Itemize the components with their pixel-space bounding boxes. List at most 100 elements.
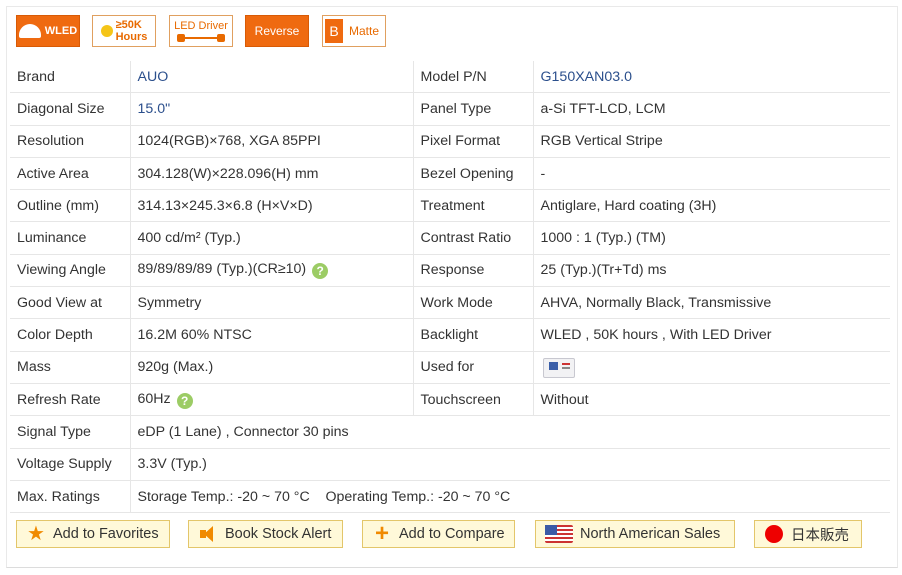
spec-row: Refresh Rate 60Hz? Touchscreen Without [10,383,890,417]
spec-table: Brand AUO Model P/N G150XAN03.0 Diagonal Siz… [10,61,890,514]
spec-label: Brand [10,61,131,94]
book-stock-alert-label: Book Stock Alert [225,526,332,542]
spec-value-text: Symmetry [137,294,202,311]
spec-label: Pixel Format [413,125,534,158]
hours-badge: ≥50K Hours [92,15,156,47]
spec-value: AUO [130,61,414,94]
spec-row: Outline (mm) 314.13×245.3×6.8 (H×V×D) Trea… [10,189,890,223]
spec-label-text: Resolution [17,133,85,150]
spec-value-text: RGB Vertical Stripe [540,133,663,150]
japan-sales-button[interactable]: 日本販売 [754,520,862,548]
spec-label: Contrast Ratio [413,221,534,255]
spec-value [533,351,890,384]
spec-label-text: Brand [17,68,55,85]
help-icon[interactable]: ? [312,263,329,280]
spec-value-text: 60Hz [137,390,171,407]
spec-label: Work Mode [413,286,534,320]
spec-value-text: G150XAN03.0 [540,68,633,85]
spec-value: a-Si TFT-LCD, LCM [533,92,890,126]
spec-label-text: Used for [420,359,475,376]
spec-value: 60Hz? [130,383,414,417]
add-to-compare-label: Add to Compare [399,526,505,542]
book-stock-alert-button[interactable]: Book Stock Alert [188,520,343,548]
spec-row: Luminance 400 cd/m² (Typ.) Contrast Ratio 1… [10,221,890,255]
spec-value: WLED , 50K hours , With LED Driver [533,318,890,352]
spec-label: Active Area [10,157,131,191]
spec-label: Signal Type [10,415,131,449]
spec-label-text: Viewing Angle [17,262,106,279]
north-american-sales-button[interactable]: North American Sales [535,520,735,548]
spec-value: Antiglare, Hard coating (3H) [533,189,890,223]
spec-label: Model P/N [413,61,534,94]
spec-value: G150XAN03.0 [533,61,890,94]
spec-value-text: 1000 : 1 (Typ.) (TM) [540,230,666,247]
spec-label-text: Color Depth [17,327,93,344]
spec-label: Outline (mm) [10,189,131,223]
spec-label: Response [413,254,534,288]
spec-value: 89/89/89/89 (Typ.)(CR≥10)? [130,254,414,288]
spec-label-text: Backlight [420,327,479,344]
spec-label: Refresh Rate [10,383,131,417]
spec-label: Used for [413,351,534,384]
industrial-device-icon [541,356,575,379]
spec-value-text: 400 cd/m² (Typ.) [137,230,241,247]
spec-value-text: 16.2M 60% NTSC [137,327,252,344]
spec-label-text: Outline (mm) [17,197,99,214]
spec-label-text: Diagonal Size [17,100,105,117]
reverse-label: Reverse [254,24,300,38]
spec-row: Diagonal Size 15.0" Panel Type a-Si TFT-LCD… [10,92,890,126]
spec-value: 400 cd/m² (Typ.) [130,221,414,255]
spec-row: Resolution 1024(RGB)×768, XGA 85PPI Pixel … [10,125,890,158]
spec-label: Voltage Supply [10,448,131,481]
spec-value: eDP (1 Lane) , Connector 30 pins [130,415,890,449]
plus-icon: + [374,520,389,547]
japan-sales-label: 日本販売 [791,527,849,544]
spec-value: - [533,157,890,191]
add-to-compare-button[interactable]: + Add to Compare [362,520,515,548]
spec-label-text: Treatment [420,197,485,214]
spec-value: 1024(RGB)×768, XGA 85PPI [130,125,414,158]
help-icon[interactable]: ? [176,392,193,409]
spec-value: 314.13×245.3×6.8 (H×V×D) [130,189,414,223]
spec-value-text: - [540,165,546,182]
led-driver-label: LED Driver [174,20,228,32]
spec-row: Good View at Symmetry Work Mode AHVA, Norma… [10,286,890,320]
spec-value: 25 (Typ.)(Tr+Td) ms [533,254,890,288]
north-american-sales-label: North American Sales [580,526,721,542]
spec-value: 304.128(W)×228.096(H) mm [130,157,414,191]
spec-label-text: Active Area [17,165,89,182]
spec-label: Resolution [10,125,131,158]
spec-value-text: AUO [137,68,169,85]
spec-label: Luminance [10,221,131,255]
wled-badge: WLED [16,15,80,47]
spec-label-text: Good View at [17,294,102,311]
spec-label: Max. Ratings [10,480,131,514]
spec-value-text: Antiglare, Hard coating (3H) [540,197,717,214]
spec-value-text: Without [540,391,589,408]
lamp-icon [18,24,41,38]
spec-label-text: Model P/N [420,68,487,85]
spec-label: Backlight [413,318,534,352]
spec-row: Signal Type eDP (1 Lane) , Connector 30 p… [10,415,890,449]
spec-row: Brand AUO Model P/N G150XAN03.0 [10,61,890,94]
led-driver-icon [177,33,225,42]
spec-value-text: 25 (Typ.)(Tr+Td) ms [540,262,667,279]
spec-value: RGB Vertical Stripe [533,125,890,158]
spec-value: 16.2M 60% NTSC [130,318,414,352]
spec-label: Viewing Angle [10,254,131,288]
spec-row: Viewing Angle 89/89/89/89 (Typ.)(CR≥10)? R… [10,254,890,288]
matte-icon: B [324,19,343,43]
matte-label: Matte [348,24,379,38]
spec-value-text: WLED , 50K hours , With LED Driver [540,327,772,344]
spec-label-text: Refresh Rate [17,391,101,408]
spec-value-text: 920g (Max.) [137,359,214,376]
spec-value-text: 1024(RGB)×768, XGA 85PPI [137,133,321,150]
hours-badge-line1: ≥50K [115,19,142,31]
spec-value-text: 89/89/89/89 (Typ.)(CR≥10) [137,261,307,278]
spec-value: 15.0" [130,92,414,126]
spec-label-text: Mass [17,359,51,376]
led-driver-badge: LED Driver [169,15,233,47]
add-to-favorites-button[interactable]: ★ Add to Favorites [16,520,170,548]
reverse-badge: Reverse [245,15,309,47]
spec-label-text: Touchscreen [420,391,501,408]
